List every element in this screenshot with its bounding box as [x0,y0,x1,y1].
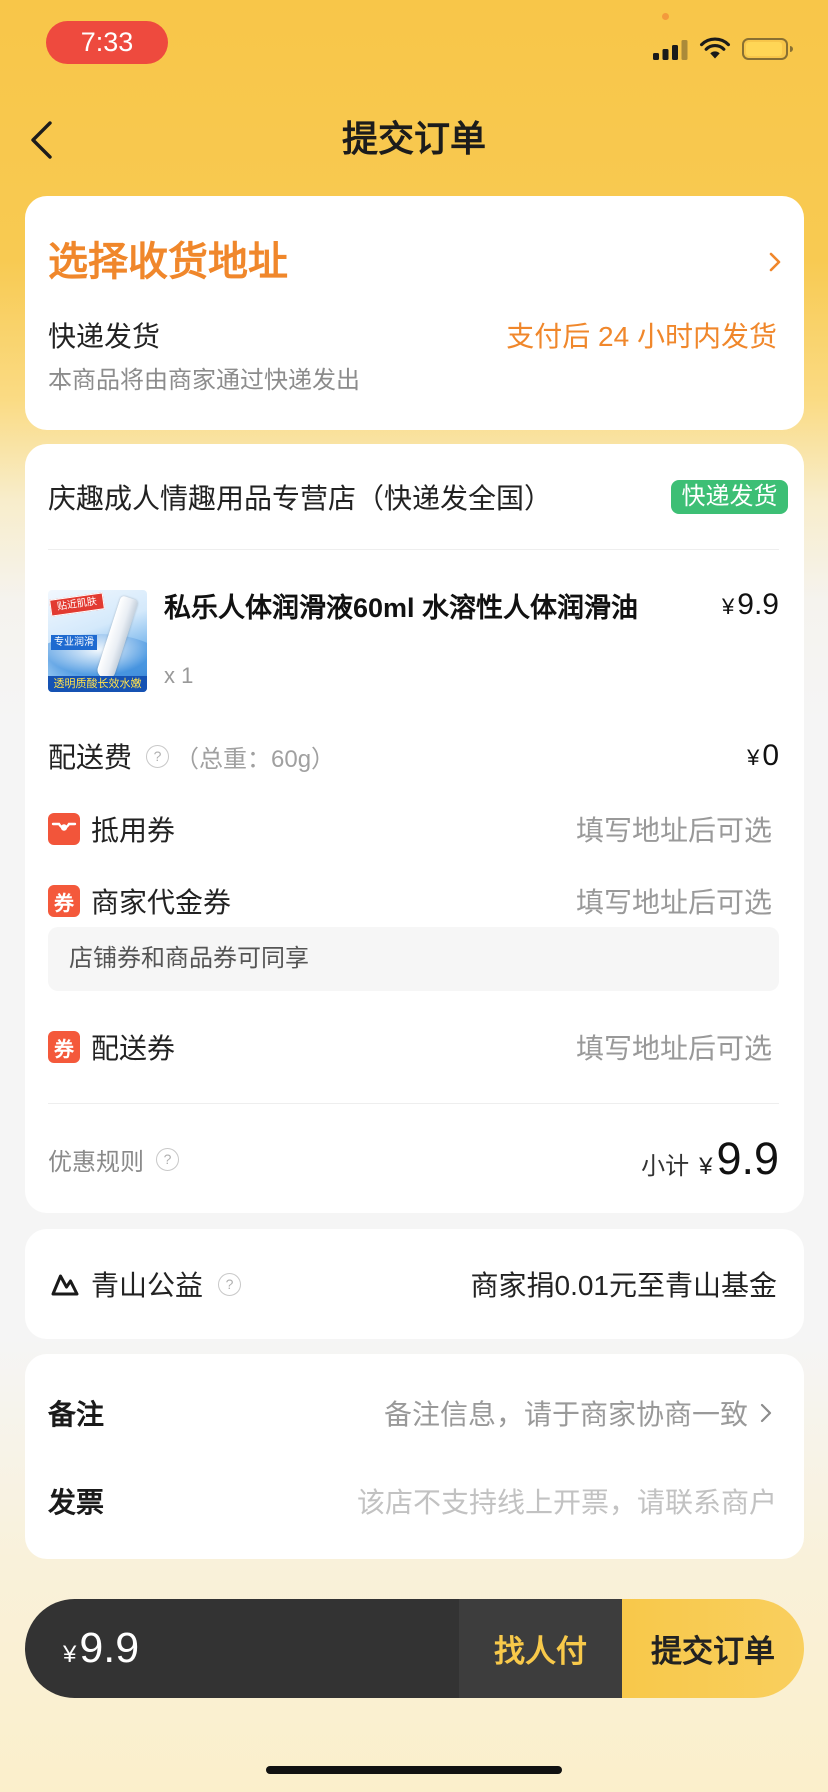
subtotal-value: 9.9 [716,1133,779,1184]
thumbnail-label-text: 专业润滑 [51,635,97,650]
currency-symbol: ¥ [699,1153,713,1180]
divider [48,549,779,550]
coupon-label: 配送券 [91,1033,176,1064]
thumbnail-banner-text: 透明质酸长效水嫩 [48,676,147,692]
page-title: 提交订单 [341,118,486,159]
remark-placeholder: 备注信息，请于商家协商一致 [383,1399,748,1430]
chevron-right-icon [760,1403,772,1423]
subtotal-row: 优惠规则 ? 小计 ¥ 9.9 [48,1134,779,1184]
coupon-hint: 填写地址后可选 [575,1033,772,1064]
battery-icon [742,38,793,60]
coupon-row-left: 券 配送券 [48,1027,175,1067]
thumbnail-ribbon-text: 贴近肌肤 [49,592,105,617]
remark-label: 备注 [48,1399,105,1430]
coupon-label: 抵用券 [91,815,176,846]
coupon-row-shipping[interactable]: 券 配送券 填写地址后可选 [48,1027,772,1067]
mountain-icon [51,1274,79,1296]
coupon-hint: 填写地址后可选 [575,887,772,918]
delivery-method: 快递发货 [48,321,161,352]
coupon-stacking-note: 店铺券和商品券可同享 [48,927,779,991]
select-address-row[interactable]: 选择收货地址 [25,226,804,298]
product-thumbnail[interactable]: 贴近肌肤 专业润滑 透明质酸长效水嫩 [48,590,147,692]
checkout-bar: ¥ 9.9 找人付 提交订单 [25,1599,804,1698]
weight-note: （总重：60g） [175,745,336,773]
home-indicator[interactable] [266,1766,562,1774]
shipping-fee-value: 0 [762,739,779,772]
coupon-hint: 填写地址后可选 [575,815,772,846]
shipping-fee-row: 配送费 ? （总重：60g） ¥ 0 [48,736,779,776]
coupon-envelope-icon [48,813,80,845]
charity-card: 青山公益 ? 商家捐0.01元至青山基金 [25,1229,804,1339]
coupon-row-left: 券 商家代金券 [48,881,231,921]
delivery-note: 本商品将由商家通过快递发出 [48,367,360,394]
price-value: 9.9 [737,588,779,621]
help-icon[interactable]: ? [146,744,170,768]
help-icon[interactable]: ? [218,1272,242,1296]
chevron-right-icon [769,252,781,272]
divider [48,1103,779,1104]
mic-in-use-dot [662,13,669,20]
subtotal: 小计 ¥ 9.9 [641,1134,779,1184]
help-icon: ? [156,1147,179,1171]
select-address-text: 选择收货地址 [48,240,288,284]
charity-left: 青山公益 ? [51,1264,242,1304]
invoice-row: 发票 该店不支持线上开票，请联系商户 [48,1481,777,1521]
store-name: 庆趣成人情趣用品专营店（快递发全国） [48,483,553,514]
address-card: 选择收货地址 快递发货 支付后 24 小时内发货 本商品将由商家通过快递发出 [25,196,804,430]
status-time-pill[interactable]: 7:33 [46,21,168,64]
remark-row[interactable]: 备注 备注信息，请于商家协商一致 [48,1393,772,1433]
order-card: 庆趣成人情趣用品专营店（快递发全国） 快递发货 贴近肌肤 专业润滑 透明质酸长效… [25,444,804,1213]
store-row[interactable]: 庆趣成人情趣用品专营店（快递发全国） [48,477,664,517]
invoice-label: 发票 [48,1487,105,1518]
coupon-label: 商家代金券 [91,887,232,918]
shipping-fee-amount: ¥ 0 [747,736,779,776]
shipping-fee-left: 配送费 ? （总重：60g） [48,736,335,776]
wifi-icon [700,37,730,59]
delivery-promise: 支付后 24 小时内发货 [506,321,777,352]
discount-rules[interactable]: 优惠规则 ? [48,1142,179,1177]
product-quantity: x 1 [164,663,194,688]
charity-description: 商家捐0.01元至青山基金 [470,1270,778,1301]
product-title[interactable]: 私乐人体润滑液60ml 水溶性人体润滑油 [164,588,699,628]
total-value: 9.9 [79,1624,140,1672]
subtotal-label: 小计 [641,1153,690,1180]
product-price: ¥ 9.9 [722,585,779,625]
currency-symbol: ¥ [63,1641,77,1668]
pay-for-me-button[interactable]: 找人付 [459,1599,622,1698]
coupon-row-merchant-voucher[interactable]: 券 商家代金券 填写地址后可选 [48,881,772,921]
shipping-fee-label: 配送费 [48,742,133,773]
status-time: 7:33 [80,27,134,57]
voucher-icon: 券 [48,1031,80,1063]
delivery-badge: 快递发货 [671,480,788,514]
currency-symbol: ¥ [747,745,760,770]
extras-card: 备注 备注信息，请于商家协商一致 发票 该店不支持线上开票，请联系商户 [25,1354,804,1559]
charity-label: 青山公益 [91,1270,204,1301]
order-total: ¥ 9.9 [25,1599,459,1698]
delivery-row: 快递发货 支付后 24 小时内发货 [48,315,777,355]
submit-order-button[interactable]: 提交订单 [622,1599,804,1698]
coupon-row-discount[interactable]: 抵用券 填写地址后可选 [48,809,772,849]
voucher-icon: 券 [48,885,80,917]
coupon-row-left: 抵用券 [48,809,175,849]
remark-right: 备注信息，请于商家协商一致 [384,1393,772,1433]
discount-rules-label: 优惠规则 [48,1148,144,1176]
cellular-signal-icon [653,40,688,60]
invoice-note: 该店不支持线上开票，请联系商户 [356,1487,777,1518]
charity-row: 青山公益 ? 商家捐0.01元至青山基金 [51,1264,777,1304]
currency-symbol: ¥ [722,594,735,619]
